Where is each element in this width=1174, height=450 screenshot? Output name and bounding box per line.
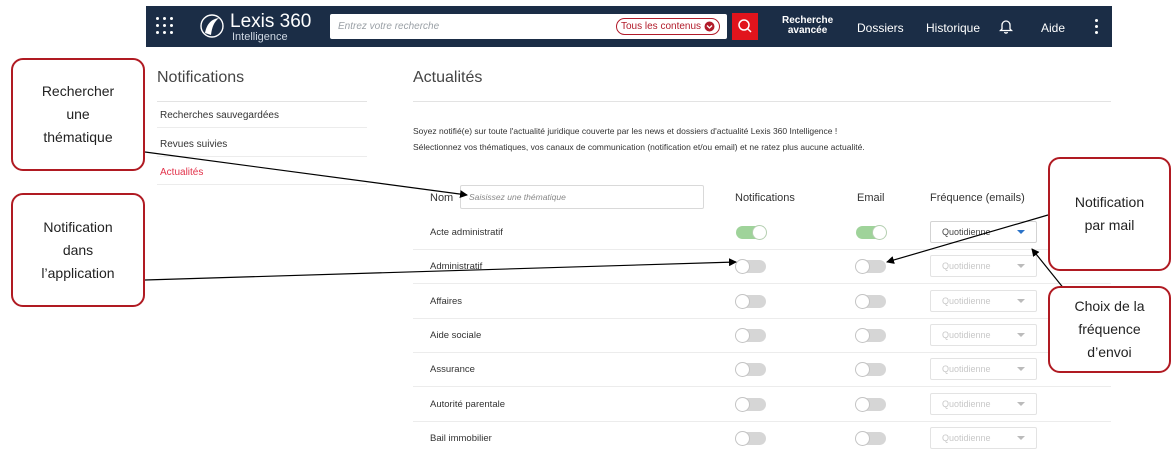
arrow-to-in-app-toggle	[144, 258, 737, 281]
callout-text: thématique	[43, 129, 113, 145]
callout-search-theme: Rechercher une thématique	[11, 58, 145, 171]
arrow-to-theme-search	[144, 151, 468, 199]
callout-text: par mail	[1084, 217, 1135, 233]
callout-text: d’envoi	[1087, 344, 1132, 360]
arrow-to-email-toggle	[886, 214, 1049, 264]
callout-text: Rechercher	[41, 83, 115, 99]
callout-arrows	[144, 151, 1066, 291]
callout-text: Notification	[1074, 194, 1145, 210]
callout-text: une	[66, 106, 90, 122]
callout-frequency: Choix de la fréquence d’envoi	[1048, 286, 1171, 373]
callout-text: l’application	[41, 264, 115, 281]
callout-in-app: Notification dans l’application	[11, 193, 145, 307]
callout-text: Choix de la	[1074, 298, 1145, 314]
callout-text: Notification	[43, 218, 113, 235]
callout-by-mail: Notification par mail	[1048, 157, 1171, 271]
callout-text: dans	[62, 241, 94, 258]
callout-text: fréquence	[1078, 321, 1141, 337]
